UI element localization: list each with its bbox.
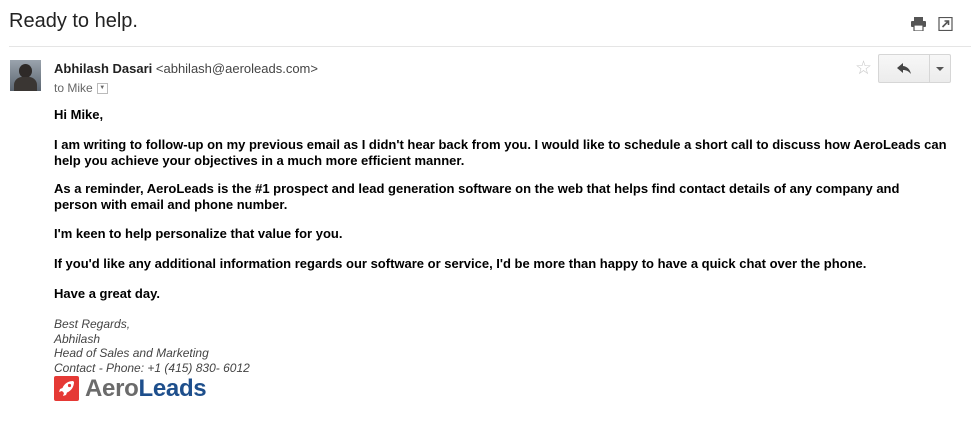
sender-name[interactable]: Abhilash Dasari (54, 61, 152, 76)
new-window-icon[interactable] (938, 17, 953, 31)
reply-button[interactable] (879, 55, 930, 82)
body-paragraph: As a reminder, AeroLeads is the #1 prosp… (54, 181, 900, 212)
signature-line: Abhilash (54, 331, 101, 346)
body-paragraph: I am writing to follow-up on my previous… (54, 137, 947, 168)
body-paragraph: Have a great day. (54, 286, 160, 301)
reply-icon (897, 63, 911, 74)
sender-email: <abhilash@aeroleads.com> (155, 61, 318, 76)
rocket-icon (54, 376, 79, 401)
more-options-button[interactable] (930, 55, 950, 82)
greeting: Hi Mike, (54, 107, 104, 122)
body-paragraph: I'm keen to help personalize that value … (54, 226, 343, 241)
logo-text-leads: Leads (138, 375, 207, 402)
aeroleads-logo[interactable]: AeroLeads (54, 375, 207, 402)
signature-line: Head of Sales and Marketing (54, 346, 209, 360)
email-subject: Ready to help. (9, 10, 138, 32)
star-icon[interactable]: ☆ (855, 59, 872, 78)
recipient-label: to Mike (54, 81, 93, 95)
recipient-line: to Mike ▼ (54, 81, 108, 95)
top-toolbar (911, 17, 953, 31)
signature: Best Regards, Abhilash Head of Sales and… (54, 317, 250, 375)
chevron-down-icon (936, 66, 944, 71)
print-icon[interactable] (911, 17, 926, 31)
logo-text-aero: Aero (85, 375, 139, 402)
header-divider (9, 46, 971, 47)
details-dropdown-icon[interactable]: ▼ (96, 82, 108, 94)
avatar (10, 60, 41, 91)
signature-line: Contact - Phone: +1 (415) 830- 6012 (54, 360, 250, 375)
body-paragraph: If you'd like any additional information… (54, 256, 867, 271)
reply-button-group (878, 54, 951, 83)
sender-line: Abhilash Dasari <abhilash@aeroleads.com> (54, 61, 318, 76)
signature-line: Best Regards, (54, 317, 131, 331)
